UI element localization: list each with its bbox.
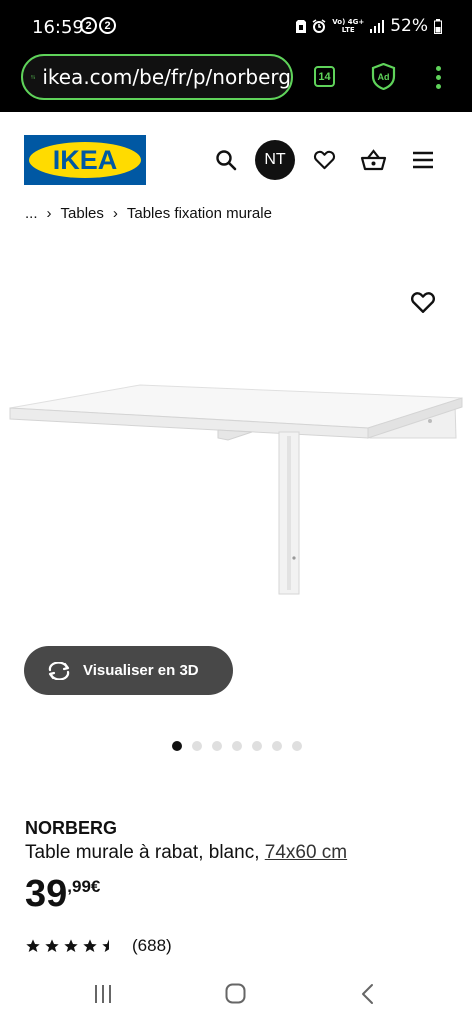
rating-count: (688) [132, 936, 172, 955]
star-icon [64, 939, 78, 952]
star-icon [45, 939, 59, 952]
browser-toolbar: ikea.com/be/fr/p/norberg 14 Ad [0, 52, 472, 112]
alarm-icon [312, 19, 326, 33]
carousel-dot[interactable] [292, 741, 302, 751]
status-bar: 16:59 2 2 Vo) 4G+ LTE 52% [0, 0, 472, 52]
ikea-logo[interactable]: IKEA [24, 135, 146, 185]
star-icon [26, 939, 40, 952]
carousel-dot[interactable] [252, 741, 262, 751]
product-price: 39 ,99€ [25, 872, 100, 916]
user-avatar[interactable]: NT [255, 140, 295, 180]
logo-text: IKEA [29, 142, 141, 178]
breadcrumb-item-wall-tables[interactable]: Tables fixation murale [127, 205, 272, 222]
heart-icon[interactable] [313, 149, 336, 170]
notification-badges: 2 2 [80, 17, 116, 34]
favorite-heart-icon[interactable] [410, 290, 436, 314]
home-icon[interactable] [225, 983, 246, 1004]
search-icon[interactable] [215, 149, 237, 171]
browser-menu-button[interactable] [436, 66, 441, 89]
url-text[interactable]: ikea.com/be/fr/p/norberg [42, 65, 291, 89]
breadcrumb-ellipsis[interactable]: ... [25, 205, 38, 222]
price-decimal: ,99€ [67, 877, 101, 896]
sim-icon [296, 19, 307, 33]
battery-percent: 52% [390, 16, 428, 36]
carousel-dot[interactable] [272, 741, 282, 751]
status-time: 16:59 [32, 17, 84, 38]
breadcrumb-separator: › [112, 205, 118, 222]
network-label: Vo) 4G+ LTE [332, 18, 365, 34]
view-3d-label: Visualiser en 3D [83, 662, 199, 679]
back-icon[interactable] [361, 983, 374, 1005]
url-bar[interactable]: ikea.com/be/fr/p/norberg [21, 54, 293, 100]
menu-icon[interactable] [412, 151, 434, 169]
price-integer: 39 [25, 873, 68, 915]
view-3d-button[interactable]: Visualiser en 3D [24, 646, 233, 695]
adblock-shield-icon[interactable]: Ad [371, 63, 396, 90]
product-name: NORBERG [25, 818, 118, 838]
battery-icon [434, 18, 442, 34]
notification-badge: 2 [80, 17, 97, 34]
product-rating[interactable]: (688) [25, 936, 172, 956]
basket-icon[interactable] [360, 148, 387, 172]
carousel-dot[interactable] [232, 741, 242, 751]
star-icon [83, 939, 97, 952]
image-carousel-dots [172, 741, 302, 751]
carousel-dot[interactable] [212, 741, 222, 751]
breadcrumb: ... › Tables › Tables fixation murale [25, 205, 272, 222]
recent-apps-icon[interactable] [93, 984, 113, 1004]
carousel-dot[interactable] [172, 741, 182, 751]
svg-text:Ad: Ad [378, 72, 390, 82]
product-size-link[interactable]: 74x60 cm [265, 842, 347, 863]
breadcrumb-item-tables[interactable]: Tables [61, 205, 104, 222]
site-header: IKEA NT [0, 112, 472, 202]
status-right: Vo) 4G+ LTE 52% [296, 16, 442, 36]
site-settings-icon[interactable] [31, 67, 36, 87]
carousel-dot[interactable] [192, 741, 202, 751]
product-description-text: Table murale à rabat, blanc, [25, 842, 265, 863]
system-nav-bar [0, 966, 472, 1024]
rotate-3d-icon [48, 661, 70, 680]
star-icon [102, 939, 109, 952]
signal-icon [370, 19, 385, 33]
product-description: Table murale à rabat, blanc, 74x60 cm [25, 842, 347, 864]
notification-badge: 2 [99, 17, 116, 34]
breadcrumb-separator: › [46, 205, 52, 222]
tab-switcher-button[interactable]: 14 [314, 66, 335, 87]
rating-stars [25, 938, 117, 954]
